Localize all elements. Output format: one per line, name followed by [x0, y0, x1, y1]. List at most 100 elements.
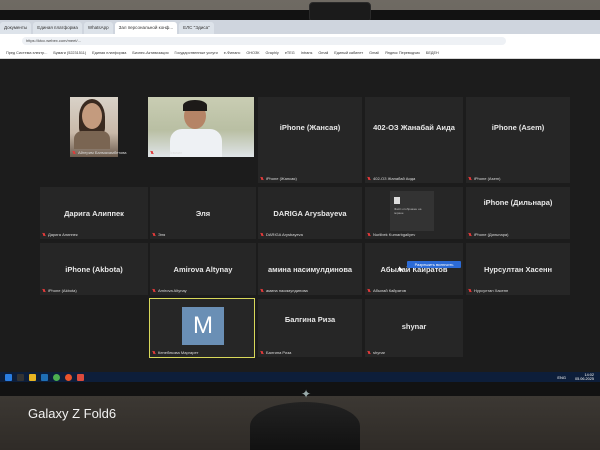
participant-tile[interactable]: iPhone (Дильнара) iPhone (Дильнара)	[466, 187, 570, 239]
mic-muted-icon	[260, 176, 264, 181]
monitor-logo-icon: ✦	[300, 387, 312, 401]
mic-muted-icon	[468, 176, 472, 181]
participant-video	[183, 100, 207, 111]
search-icon[interactable]	[17, 373, 24, 381]
app-icon[interactable]	[77, 373, 84, 381]
bookmark-item[interactable]: ОНОЗК	[246, 51, 259, 55]
bookmark-item[interactable]: Государственные услуги	[175, 51, 218, 55]
participant-tile[interactable]: shynar shynar	[365, 299, 463, 357]
address-bar: https://ktcc.webex.com/meet/...	[0, 34, 600, 48]
participant-tile[interactable]: амина насимулдинова амина насимулдинова	[258, 243, 362, 295]
mic-muted-icon	[367, 350, 371, 355]
webcam	[309, 2, 371, 22]
participant-tile[interactable]: iPhone (Akbota) iPhone (Akbota)	[40, 243, 148, 295]
mic-muted-icon	[260, 350, 264, 355]
taskbar: ENG 14:02 05.06.2025	[0, 372, 600, 382]
participant-label: Балгина Риза	[260, 350, 291, 355]
camera-watermark: Galaxy Z Fold6	[28, 406, 117, 421]
participant-tile[interactable]: DARIGA Arysbayeva DARIGA Arysbayeva	[258, 187, 362, 239]
folder-icon[interactable]	[29, 373, 36, 381]
chrome-icon[interactable]	[53, 373, 60, 381]
participant-name: Дарига Алиппек	[64, 208, 124, 218]
participant-video	[82, 103, 102, 129]
monitor-stand	[250, 402, 360, 450]
participant-name: shynar	[401, 322, 427, 332]
participant-label: Кенебекова Маргарет	[152, 350, 198, 355]
participant-tile[interactable]: Айгерим Балмахамбетова	[70, 97, 127, 157]
tab-whatsapp[interactable]: WhatsApp	[83, 22, 113, 34]
system-clock[interactable]: 14:02 05.06.2025	[575, 373, 594, 381]
participant-tile[interactable]: iPhone (Asem) iPhone (Asem)	[466, 97, 570, 183]
bookmark-item[interactable]: Gmail	[318, 51, 328, 55]
tab-conference[interactable]: Зал персональной конф...	[114, 22, 178, 34]
tab-edisa[interactable]: ЕЛС "Эдиса"	[179, 22, 214, 34]
mic-muted-icon	[152, 350, 156, 355]
bookmark-item[interactable]: Graphly	[266, 51, 279, 55]
meeting-grid: Айгерим Балмахамбетова Канат Исмаил iPho…	[0, 59, 600, 372]
participant-label: iPhone (Asem)	[468, 176, 500, 181]
tab-documents[interactable]: Документы	[0, 22, 32, 34]
participant-tile[interactable]: Абылай Кайратов Абылай Кайратов	[365, 243, 463, 295]
mic-muted-icon	[260, 288, 264, 293]
bookmark-item[interactable]: Яндекс Переводчик	[385, 51, 420, 55]
participant-label: iPhone (Дильнара)	[468, 232, 508, 237]
bookmark-item[interactable]: Пред Система электр...	[6, 51, 47, 55]
participant-tile[interactable]: Балгина Риза Балгина Риза	[258, 299, 362, 357]
bookmark-item[interactable]: Бумаги (52231511)	[53, 51, 86, 55]
language-indicator[interactable]: ENG	[557, 375, 566, 380]
firefox-icon[interactable]	[65, 373, 72, 381]
mic-muted-icon	[468, 288, 472, 293]
participant-tile[interactable]: Дарига Алиппек Дарига Алиппек	[40, 187, 148, 239]
avatar: M	[182, 307, 224, 345]
bookmark-item[interactable]: Единая платформа	[92, 51, 126, 55]
shared-content-preview: Файл отображен на экране	[390, 191, 434, 231]
windows-start-icon[interactable]	[5, 373, 12, 381]
participant-name: Amirova Altynay	[173, 264, 233, 274]
bookmark-item[interactable]: Бизнес-Активизация	[132, 51, 168, 55]
participant-name: 402-ОЗ Жанабай Аида	[373, 122, 455, 132]
mic-muted-icon	[367, 176, 371, 181]
bookmark-item[interactable]: Единый кабинет	[334, 51, 363, 55]
mail-icon[interactable]	[41, 373, 48, 381]
monitor-screen: Документы Единая платформа WhatsApp Зал …	[0, 20, 600, 382]
allow-button[interactable]: Разрешить включить	[407, 261, 461, 268]
shared-content-text: Файл отображен на экране	[394, 207, 422, 215]
participant-name: iPhone (Asem)	[491, 122, 545, 132]
mic-muted-icon	[42, 288, 46, 293]
document-icon	[394, 197, 400, 204]
browser-tab-bar: Документы Единая платформа WhatsApp Зал …	[0, 20, 600, 34]
participant-name: Балгина Риза	[284, 315, 336, 325]
bookmarks-bar: Пред Система электр... Бумаги (52231511)…	[0, 48, 600, 59]
participant-label: 402-ОЗ Жанабай Аида	[367, 176, 415, 181]
bookmark-item[interactable]: Gmail	[369, 51, 379, 55]
participant-tile-active-speaker[interactable]: M Кенебекова Маргарет	[149, 298, 255, 358]
participant-tile[interactable]: 402-ОЗ Жанабай Аида 402-ОЗ Жанабай Аида	[365, 97, 463, 183]
participant-tile[interactable]: Файл отображен на экране Nurlibek Kumarb…	[365, 187, 463, 239]
participant-label: shynar	[367, 350, 385, 355]
participant-label: Nurlibek Kumarbgaliyev	[367, 232, 415, 237]
mic-muted-icon	[260, 232, 264, 237]
url-field[interactable]: https://ktcc.webex.com/meet/...	[22, 37, 506, 45]
participant-tile[interactable]: iPhone (Жансая) iPhone (Жансая)	[258, 97, 362, 183]
participant-label: iPhone (Жансая)	[260, 176, 297, 181]
participant-label: iPhone (Akbota)	[42, 288, 77, 293]
participant-label: Айгерим Балмахамбетова	[72, 150, 127, 155]
participant-label: DARIGA Arysbayeva	[260, 232, 303, 237]
participant-label: амина насимулдинова	[260, 288, 308, 293]
participant-label: Нурсултан Хасенн	[468, 288, 508, 293]
participant-tile[interactable]: Эля Эля	[150, 187, 256, 239]
bookmark-item[interactable]: e-Финанс	[224, 51, 241, 55]
participant-tile[interactable]: Amirova Altynay Amirova Altynay	[150, 243, 256, 295]
mic-muted-icon	[152, 232, 156, 237]
participant-label: Канат Исмаил	[150, 150, 182, 155]
tab-platform[interactable]: Единая платформа	[33, 22, 82, 34]
bookmark-item[interactable]: БЕДЕН	[426, 51, 439, 55]
participant-video	[74, 131, 110, 149]
mic-muted-icon	[468, 232, 472, 237]
participant-tile[interactable]: Нурсултан Хасенн Нурсултан Хасенн	[466, 243, 570, 295]
participant-name: амина насимулдинова	[267, 264, 353, 274]
bookmark-item[interactable]: Intrans	[301, 51, 313, 55]
mic-muted-icon	[367, 288, 371, 293]
participant-tile[interactable]: Канат Исмаил	[148, 97, 254, 157]
bookmark-item[interactable]: eTEG	[285, 51, 295, 55]
